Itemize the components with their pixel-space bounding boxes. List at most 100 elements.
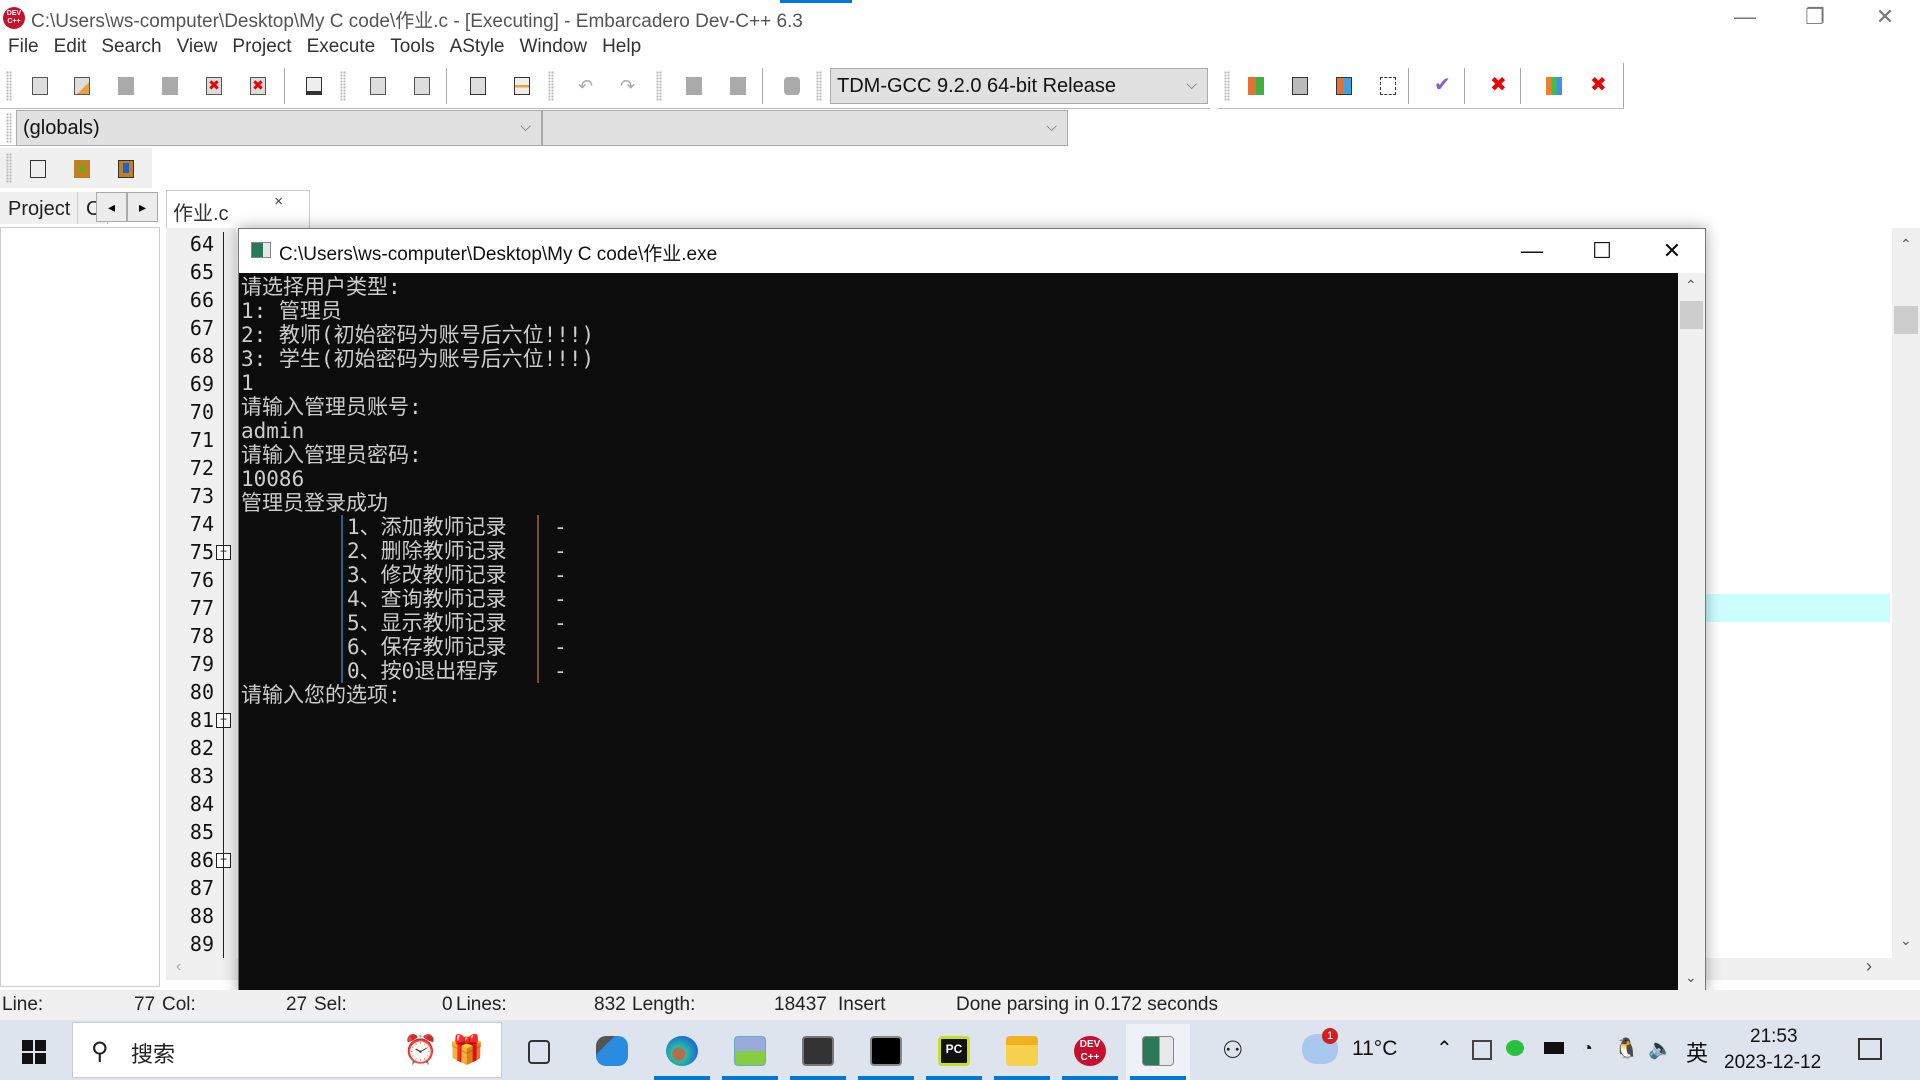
scroll-down-icon[interactable]: ⌄ xyxy=(1900,932,1912,949)
add-bookmark-icon[interactable]: + xyxy=(74,160,90,178)
comment-icon[interactable] xyxy=(784,77,800,95)
battery-icon[interactable] xyxy=(1544,1042,1564,1054)
people-icon[interactable]: ⚇ xyxy=(1222,1036,1244,1065)
toggle-bookmark-icon[interactable] xyxy=(514,77,530,95)
stop-execution-icon[interactable]: ✖ xyxy=(1490,75,1507,95)
toolbar-grip[interactable] xyxy=(656,71,662,101)
close-file-icon[interactable]: ✖ xyxy=(206,77,222,95)
find-icon[interactable] xyxy=(370,77,386,95)
notification-center-icon[interactable] xyxy=(1858,1038,1882,1060)
tab-scroll-left-button[interactable]: ◂ xyxy=(96,192,127,222)
windows-start-icon[interactable] xyxy=(22,1040,46,1064)
gift-icon[interactable]: 🎁 xyxy=(449,1033,484,1066)
tab-project[interactable]: Project xyxy=(0,192,78,224)
syntax-check-icon[interactable]: ✔ xyxy=(1434,75,1451,95)
console-maximize-button[interactable]: ☐ xyxy=(1567,229,1637,273)
save-icon[interactable] xyxy=(118,77,134,95)
project-tree-panel[interactable] xyxy=(0,227,160,987)
editor-tab-file[interactable]: 作业.c × xyxy=(166,190,310,228)
tab-scroll-right-button[interactable]: ▸ xyxy=(127,192,158,222)
show-hidden-icons-chevron[interactable]: ⌃ xyxy=(1436,1036,1453,1061)
wifi-icon[interactable]: ◔ xyxy=(1582,1038,1593,1059)
insert-icon[interactable] xyxy=(30,160,46,178)
save-all-icon[interactable] xyxy=(162,77,178,95)
sync-icon[interactable] xyxy=(1472,1040,1492,1060)
taskbar-search-box[interactable]: ⚲ 搜索 ⏰ 🎁 xyxy=(72,1022,502,1078)
menu-execute[interactable]: Execute xyxy=(307,34,383,62)
undo-icon[interactable]: ↶ xyxy=(578,77,594,95)
toolbar-grip[interactable] xyxy=(816,71,822,101)
scope-select[interactable]: (globals) ⌵ xyxy=(16,110,542,146)
wechat-icon[interactable] xyxy=(1506,1040,1524,1056)
toolbar-grip[interactable] xyxy=(340,71,346,101)
menu-astyle[interactable]: AStyle xyxy=(450,34,512,62)
editor-scroll-thumb[interactable] xyxy=(1894,306,1918,334)
menu-window[interactable]: Window xyxy=(520,34,595,62)
profile-icon[interactable] xyxy=(1546,77,1562,95)
close-all-icon[interactable]: ✖ xyxy=(250,77,266,95)
menu-file[interactable]: File xyxy=(8,34,46,62)
console-vertical-scrollbar[interactable]: ⌃ ⌄ xyxy=(1678,273,1705,993)
console-title-bar[interactable]: C:\Users\ws-computer\Desktop\My C code\作… xyxy=(239,229,1705,273)
compiler-select[interactable]: TDM-GCC 9.2.0 64-bit Release ⌵ xyxy=(830,68,1208,104)
delete-profile-icon[interactable]: ✖ xyxy=(1590,75,1607,95)
goto-bookmark-icon[interactable] xyxy=(118,160,134,178)
close-tab-icon[interactable]: × xyxy=(274,193,283,210)
rebuild-all-icon[interactable] xyxy=(1380,77,1396,95)
toolbar-grip[interactable] xyxy=(6,153,12,183)
clock-time[interactable]: 21:53 xyxy=(1750,1026,1798,1048)
goto-line-icon[interactable] xyxy=(470,77,486,95)
menu-help[interactable]: Help xyxy=(602,34,648,62)
taskbar-app-photos[interactable] xyxy=(718,1024,782,1080)
scroll-up-icon[interactable]: ⌃ xyxy=(1900,236,1912,253)
taskbar-app-edge[interactable] xyxy=(650,1024,714,1080)
run-icon[interactable] xyxy=(1292,77,1308,95)
redo-icon[interactable]: ↷ xyxy=(620,77,636,95)
scroll-left-icon[interactable]: ‹ xyxy=(176,958,181,976)
task-view-button[interactable] xyxy=(508,1024,572,1080)
function-select[interactable]: ⌵ xyxy=(542,110,1068,146)
menu-search[interactable]: Search xyxy=(101,34,168,62)
toolbar-grip[interactable] xyxy=(6,113,12,143)
scroll-up-icon[interactable]: ⌃ xyxy=(1685,277,1697,294)
clock-date[interactable]: 2023-12-12 xyxy=(1724,1052,1821,1074)
taskbar-app-cmd-1[interactable] xyxy=(786,1024,850,1080)
taskbar-app-link[interactable] xyxy=(580,1024,644,1080)
taskbar-app-pycharm[interactable]: PC xyxy=(922,1024,986,1080)
unindent-icon[interactable] xyxy=(730,77,746,95)
menu-edit[interactable]: Edit xyxy=(54,34,94,62)
editor-vertical-scrollbar[interactable]: ⌃ ⌄ xyxy=(1892,228,1920,980)
console-scroll-thumb[interactable] xyxy=(1680,301,1703,329)
toolbar-grip[interactable] xyxy=(1224,71,1230,101)
qq-icon[interactable]: 🐧 xyxy=(1614,1036,1639,1061)
menu-tools[interactable]: Tools xyxy=(390,34,441,62)
close-button[interactable]: ✕ xyxy=(1850,0,1920,34)
replace-icon[interactable] xyxy=(414,77,430,95)
console-close-button[interactable]: ✕ xyxy=(1637,229,1707,273)
menu-project[interactable]: Project xyxy=(232,34,298,62)
compile-run-icon[interactable] xyxy=(1336,77,1352,95)
open-file-icon[interactable] xyxy=(74,77,90,95)
toolbar-grip[interactable] xyxy=(548,71,554,101)
restore-button[interactable]: ❐ xyxy=(1780,0,1850,34)
scroll-right-icon[interactable]: › xyxy=(1866,956,1872,977)
compile-icon[interactable] xyxy=(1248,77,1264,95)
indent-icon[interactable] xyxy=(686,77,702,95)
toolbar-grip[interactable] xyxy=(6,71,12,101)
ime-indicator[interactable]: 英 xyxy=(1686,1036,1708,1068)
taskbar-app-cmd-2[interactable] xyxy=(854,1024,918,1080)
scroll-down-icon[interactable]: ⌄ xyxy=(1685,969,1697,986)
taskbar-app-console[interactable] xyxy=(1126,1024,1190,1080)
console-minimize-button[interactable]: — xyxy=(1497,229,1567,273)
taskbar-app-file-explorer[interactable] xyxy=(990,1024,1054,1080)
taskbar-app-devcpp[interactable]: DEV C++ xyxy=(1058,1024,1122,1080)
console-output[interactable]: 请选择用户类型: 1: 管理员 2: 教师(初始密码为账号后六位!!!) 3: … xyxy=(239,273,1678,993)
print-icon[interactable] xyxy=(306,77,322,95)
new-file-icon[interactable] xyxy=(32,77,48,95)
console-window[interactable]: C:\Users\ws-computer\Desktop\My C code\作… xyxy=(238,228,1706,994)
alarm-clock-icon[interactable]: ⏰ xyxy=(403,1033,438,1066)
menu-view[interactable]: View xyxy=(177,34,225,62)
minimize-button[interactable]: — xyxy=(1710,0,1780,34)
weather-temperature[interactable]: 11°C xyxy=(1352,1037,1397,1061)
volume-icon[interactable]: 🔈 xyxy=(1648,1036,1673,1061)
